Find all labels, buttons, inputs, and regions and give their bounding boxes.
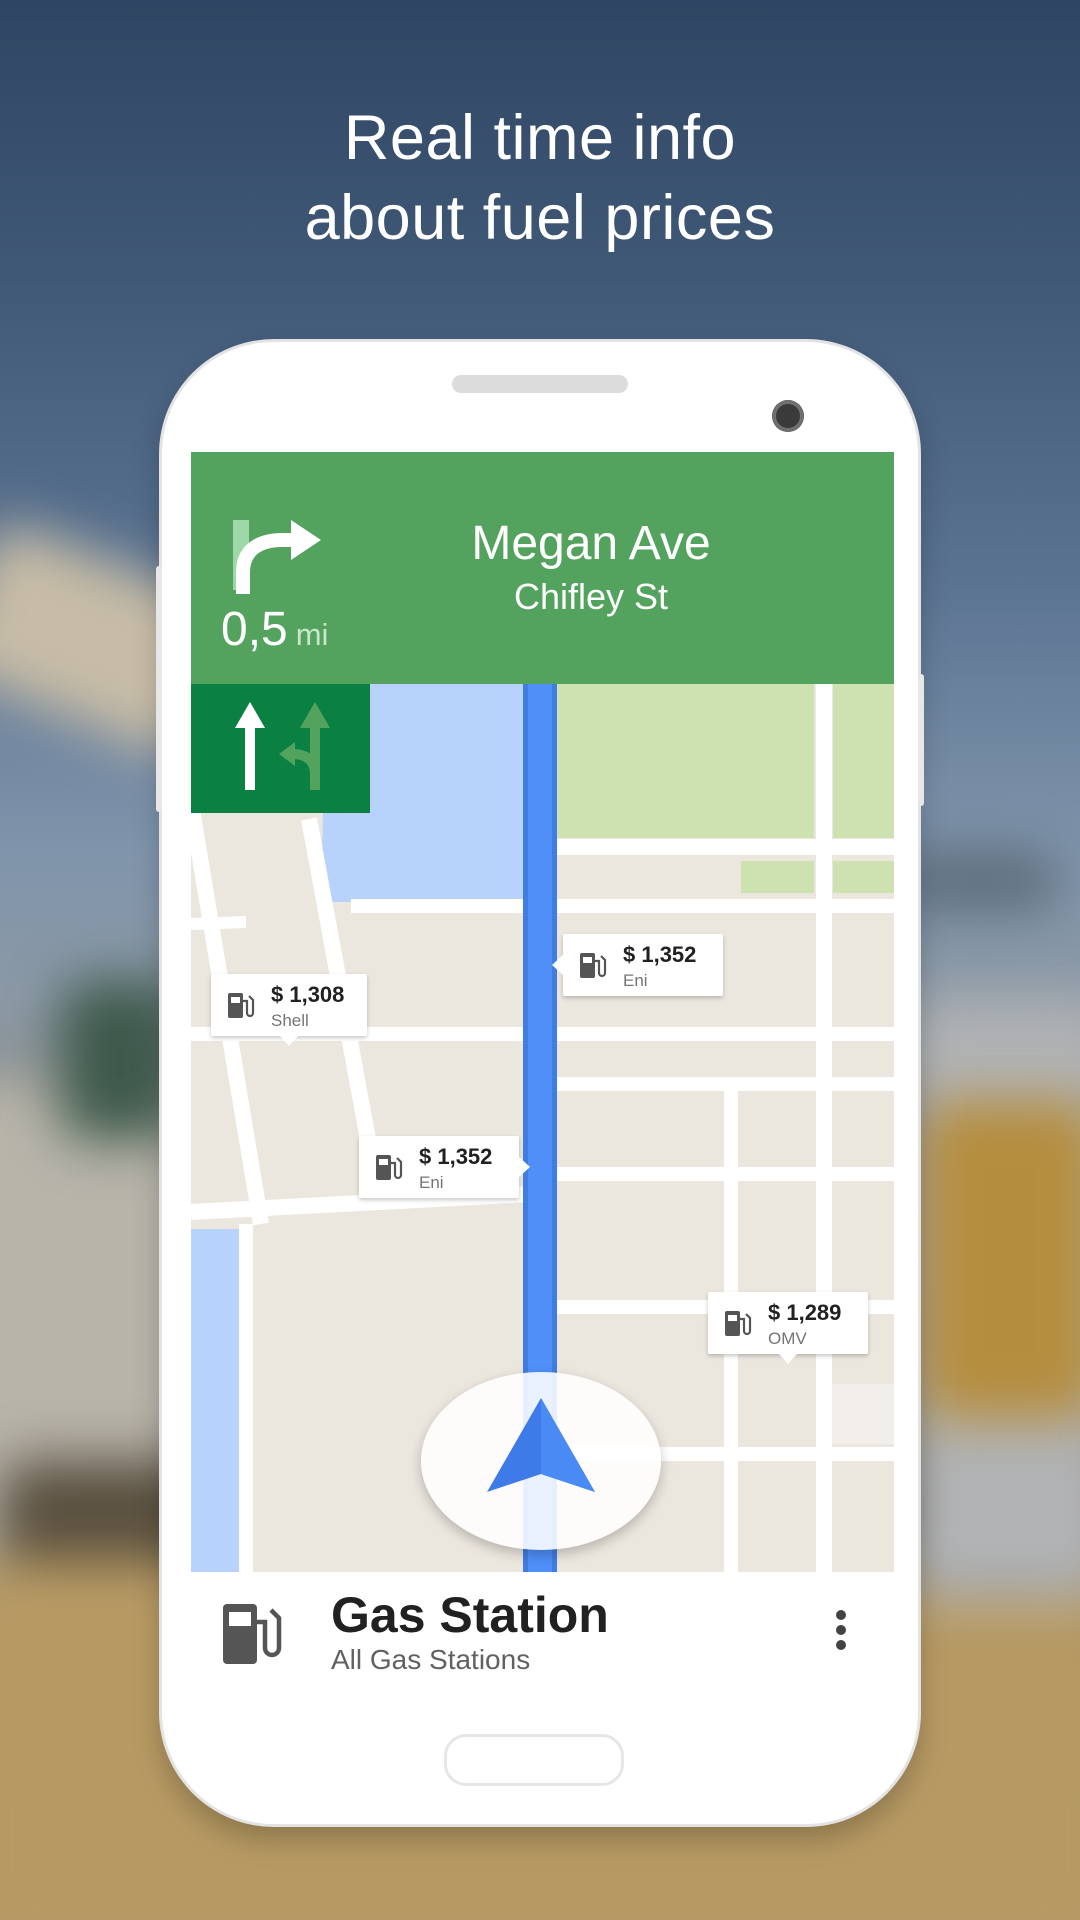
price-value: $ 1,352 (623, 942, 697, 967)
park-area (833, 684, 894, 838)
promo-headline: Real time info about fuel prices (0, 98, 1080, 258)
navigation-arrow-icon (487, 1398, 595, 1492)
station-brand: OMV (768, 1329, 807, 1348)
gas-pump-icon (228, 993, 255, 1018)
phone-screen: $ 1,308 Shell $ 1,352 Eni $ 1,352 Eni $ … (191, 452, 894, 1690)
price-value: $ 1,352 (419, 1144, 493, 1169)
gas-pump-icon (725, 1311, 752, 1336)
gas-pump-icon (223, 1604, 282, 1664)
distance-unit: mi (295, 617, 329, 652)
headline-line-2: about fuel prices (304, 183, 776, 253)
phone-camera (772, 400, 804, 432)
station-brand: Shell (271, 1011, 309, 1030)
distance-value: 0,5 (221, 603, 288, 656)
category-subtitle: All Gas Stations (331, 1644, 531, 1675)
navigation-header[interactable]: 0,5 mi Megan Ave Chifley St (191, 452, 894, 684)
street-name: Megan Ave (471, 517, 711, 570)
phone-frame: $ 1,308 Shell $ 1,352 Eni $ 1,352 Eni $ … (156, 342, 924, 1824)
price-marker[interactable]: $ 1,308 Shell (211, 974, 367, 1046)
more-vert-icon[interactable] (831, 1610, 851, 1658)
headline-line-1: Real time info (343, 103, 737, 173)
cross-street-name: Chifley St (513, 576, 669, 617)
phone-home-button[interactable] (444, 1734, 624, 1786)
station-brand: Eni (623, 971, 648, 990)
straight-or-left-arrow-icon (279, 702, 330, 790)
gas-pump-icon (376, 1155, 403, 1180)
straight-arrow-icon (235, 702, 330, 790)
category-title: Gas Station (331, 1587, 609, 1643)
water-area (191, 1229, 246, 1572)
park-area (741, 861, 814, 893)
turn-right-icon (233, 520, 321, 594)
station-brand: Eni (419, 1173, 444, 1192)
phone-side-button (156, 566, 162, 812)
phone-power-button (918, 674, 924, 806)
price-marker[interactable]: $ 1,352 Eni (359, 1136, 530, 1198)
park-area (833, 861, 894, 893)
price-marker[interactable]: $ 1,289 OMV (708, 1292, 868, 1364)
gas-pump-icon (580, 953, 607, 978)
distance-readout: 0,5 mi (221, 602, 328, 657)
lane-guidance (191, 684, 370, 813)
park-area (556, 684, 814, 838)
destination-panel[interactable]: Gas Station All Gas Stations (191, 1572, 894, 1690)
price-marker[interactable]: $ 1,352 Eni (552, 934, 723, 996)
price-value: $ 1,289 (768, 1300, 842, 1325)
phone-speaker (452, 375, 628, 393)
price-value: $ 1,308 (271, 982, 345, 1007)
